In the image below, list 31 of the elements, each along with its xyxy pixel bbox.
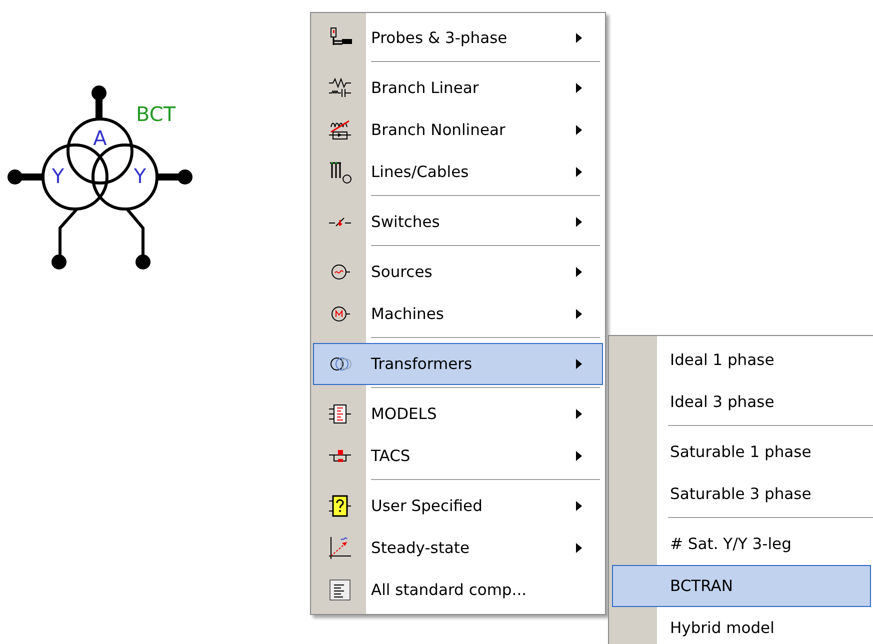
menu-item[interactable]: TACS [313,435,603,477]
menu-item[interactable]: Probes & 3-phase [313,17,603,59]
resistor-capacitor-icon [328,76,352,100]
menu-item[interactable]: Transformers [313,343,603,385]
winding-label: Y [134,164,146,188]
menu-item[interactable]: Sources [313,251,603,293]
component-label: BCT [136,102,176,126]
menu-item[interactable]: MODELS [313,393,603,435]
menu-item[interactable]: All standard comp... [313,569,603,611]
winding-label: Y [52,164,64,188]
menu-item[interactable]: Lines/Cables [313,151,603,193]
menu-item[interactable]: Machines [313,293,603,335]
line-cable-icon [328,160,352,184]
menu-item[interactable]: Branch Linear [313,67,603,109]
question-block-icon [328,494,352,518]
menu-item[interactable]: # Sat. Y/Y 3-leg [612,523,871,565]
menu-item[interactable]: Saturable 3 phase [612,473,871,515]
menu-item[interactable]: Branch Nonlinear [313,109,603,151]
menu-item[interactable]: Switches [313,201,603,243]
menu-item[interactable]: User Specified [313,485,603,527]
menu-item[interactable]: Steady-state [313,527,603,569]
menu-item[interactable]: Hybrid model [612,607,871,644]
menu-item[interactable]: Ideal 1 phase [612,339,871,381]
list-icon [328,578,352,602]
phasor-chart-icon [328,536,352,560]
menu-item[interactable]: Saturable 1 phase [612,431,871,473]
menu-item[interactable]: BCTRAN [612,565,871,607]
menu-item[interactable]: Ideal 3 phase [612,381,871,423]
winding-label: A [93,126,107,150]
nonlinear-branch-icon [328,118,352,142]
model-block-icon [328,402,352,426]
